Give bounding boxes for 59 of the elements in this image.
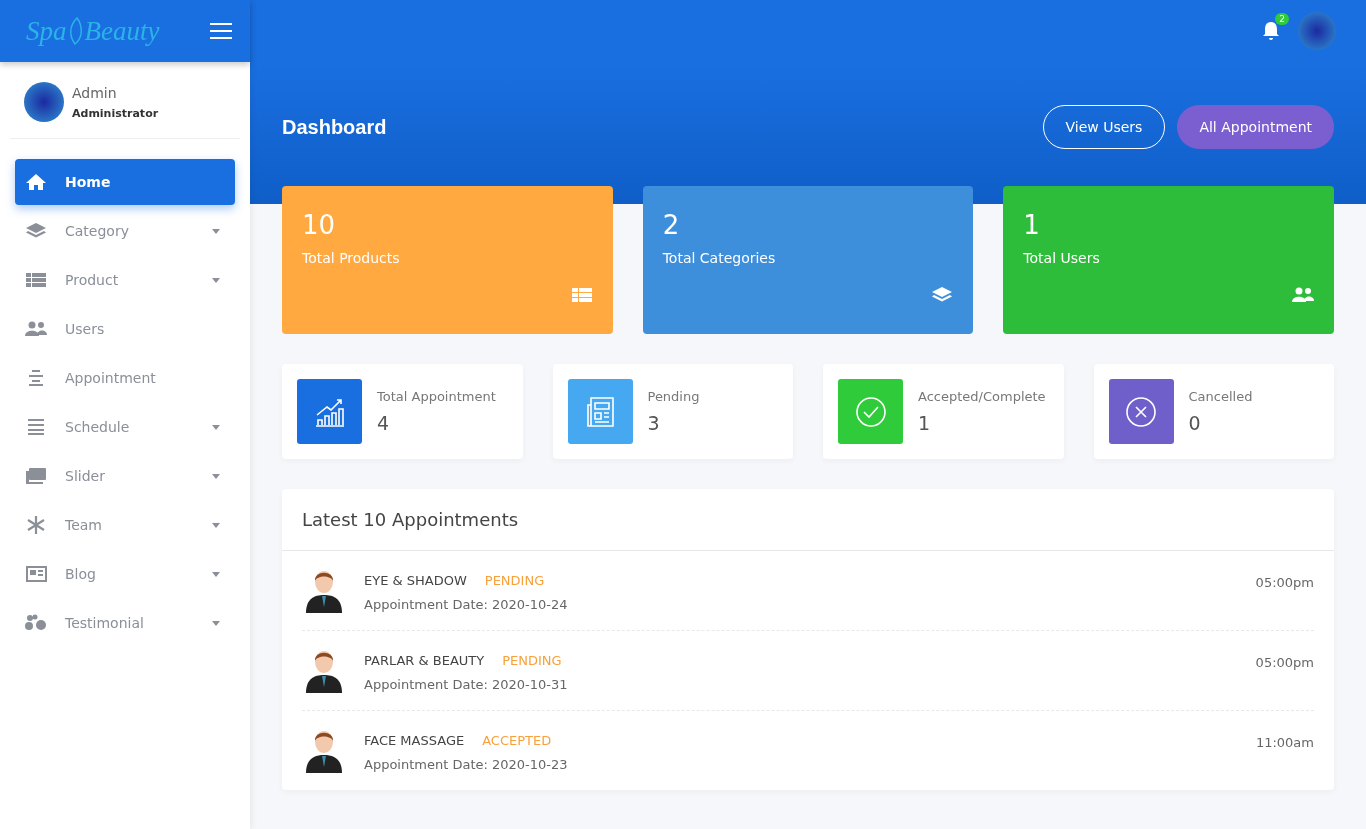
- sidebar-item[interactable]: Testimonial: [15, 600, 235, 646]
- sidebar-item[interactable]: Team: [15, 502, 235, 548]
- logo-text[interactable]: Spa Beauty: [26, 15, 160, 47]
- stat-label: Total Products: [302, 250, 401, 266]
- summary-label: Accepted/Complete: [918, 389, 1046, 404]
- layers-icon: [931, 286, 954, 304]
- sidebar-item[interactable]: Users: [15, 306, 235, 352]
- appointment-date: Appointment Date: 2020-10-24: [364, 596, 569, 612]
- panel-title: Latest 10 Appointments: [282, 489, 1334, 551]
- sidebar-item[interactable]: Category: [15, 208, 235, 254]
- grid-icon: [25, 271, 47, 289]
- stat-value: 10: [302, 210, 337, 240]
- snow-icon: [25, 516, 47, 534]
- service-name: PARLAR & BEAUTY: [364, 652, 485, 668]
- check-icon: [853, 394, 888, 429]
- appointment-time: 05:00pm: [1255, 655, 1314, 670]
- sidebar-item[interactable]: Home: [15, 159, 235, 205]
- page-title: Dashboard: [282, 115, 387, 139]
- appointments-button[interactable]: All Appointment: [1177, 105, 1334, 149]
- summary-value: 3: [647, 412, 661, 434]
- sidebar-item[interactable]: Product: [15, 257, 235, 303]
- avatar-photo: [24, 82, 64, 122]
- summary-value: 1: [918, 412, 932, 434]
- status-label: PENDING: [502, 652, 562, 668]
- sidebar-item[interactable]: Blog: [15, 551, 235, 597]
- cross-icon: [1124, 394, 1158, 429]
- image-icon: [25, 467, 47, 485]
- summary-label: Total Appointment: [377, 389, 496, 404]
- service-name: FACE MASSAGE: [364, 732, 465, 748]
- layers-icon: [25, 222, 47, 240]
- grid-icon: [570, 286, 593, 304]
- users-icon: [25, 320, 47, 338]
- appointment-date: Appointment Date: 2020-10-23: [364, 756, 569, 772]
- stat-value: 2: [662, 210, 681, 240]
- stat-value: 1: [1023, 210, 1041, 240]
- service-name: EYE & SHADOW: [364, 572, 467, 588]
- appointment-date: Appointment Date: 2020-10-31: [364, 676, 569, 692]
- list-icon: [25, 418, 47, 436]
- summary-label: Pending: [647, 389, 700, 404]
- profile-role: Administrator: [72, 106, 159, 120]
- summary-value: 0: [1188, 412, 1202, 434]
- bell-icon[interactable]: [1262, 21, 1280, 41]
- status-label: PENDING: [484, 572, 545, 588]
- status-label: ACCEPTED: [482, 732, 552, 748]
- sidebar-item[interactable]: Slider: [15, 453, 235, 499]
- sidebar-item[interactable]: Appointment: [15, 355, 235, 401]
- home-icon: [25, 173, 47, 191]
- users-icon: [1292, 286, 1314, 304]
- appointment-time: 05:00pm: [1255, 575, 1314, 590]
- stat-label: Total Categories: [662, 250, 777, 266]
- news-icon: [25, 565, 47, 583]
- stat-label: Total Users: [1023, 250, 1101, 266]
- summary-value: 4: [377, 412, 391, 434]
- profile-name: Admin: [72, 84, 118, 101]
- appointment-time: 11:00am: [1255, 735, 1314, 750]
- menu-icon[interactable]: [210, 22, 232, 40]
- sidebar-item[interactable]: Schedule: [15, 404, 235, 450]
- notification-badge: 2: [1275, 13, 1289, 25]
- summary-label: Cancelled: [1188, 389, 1253, 404]
